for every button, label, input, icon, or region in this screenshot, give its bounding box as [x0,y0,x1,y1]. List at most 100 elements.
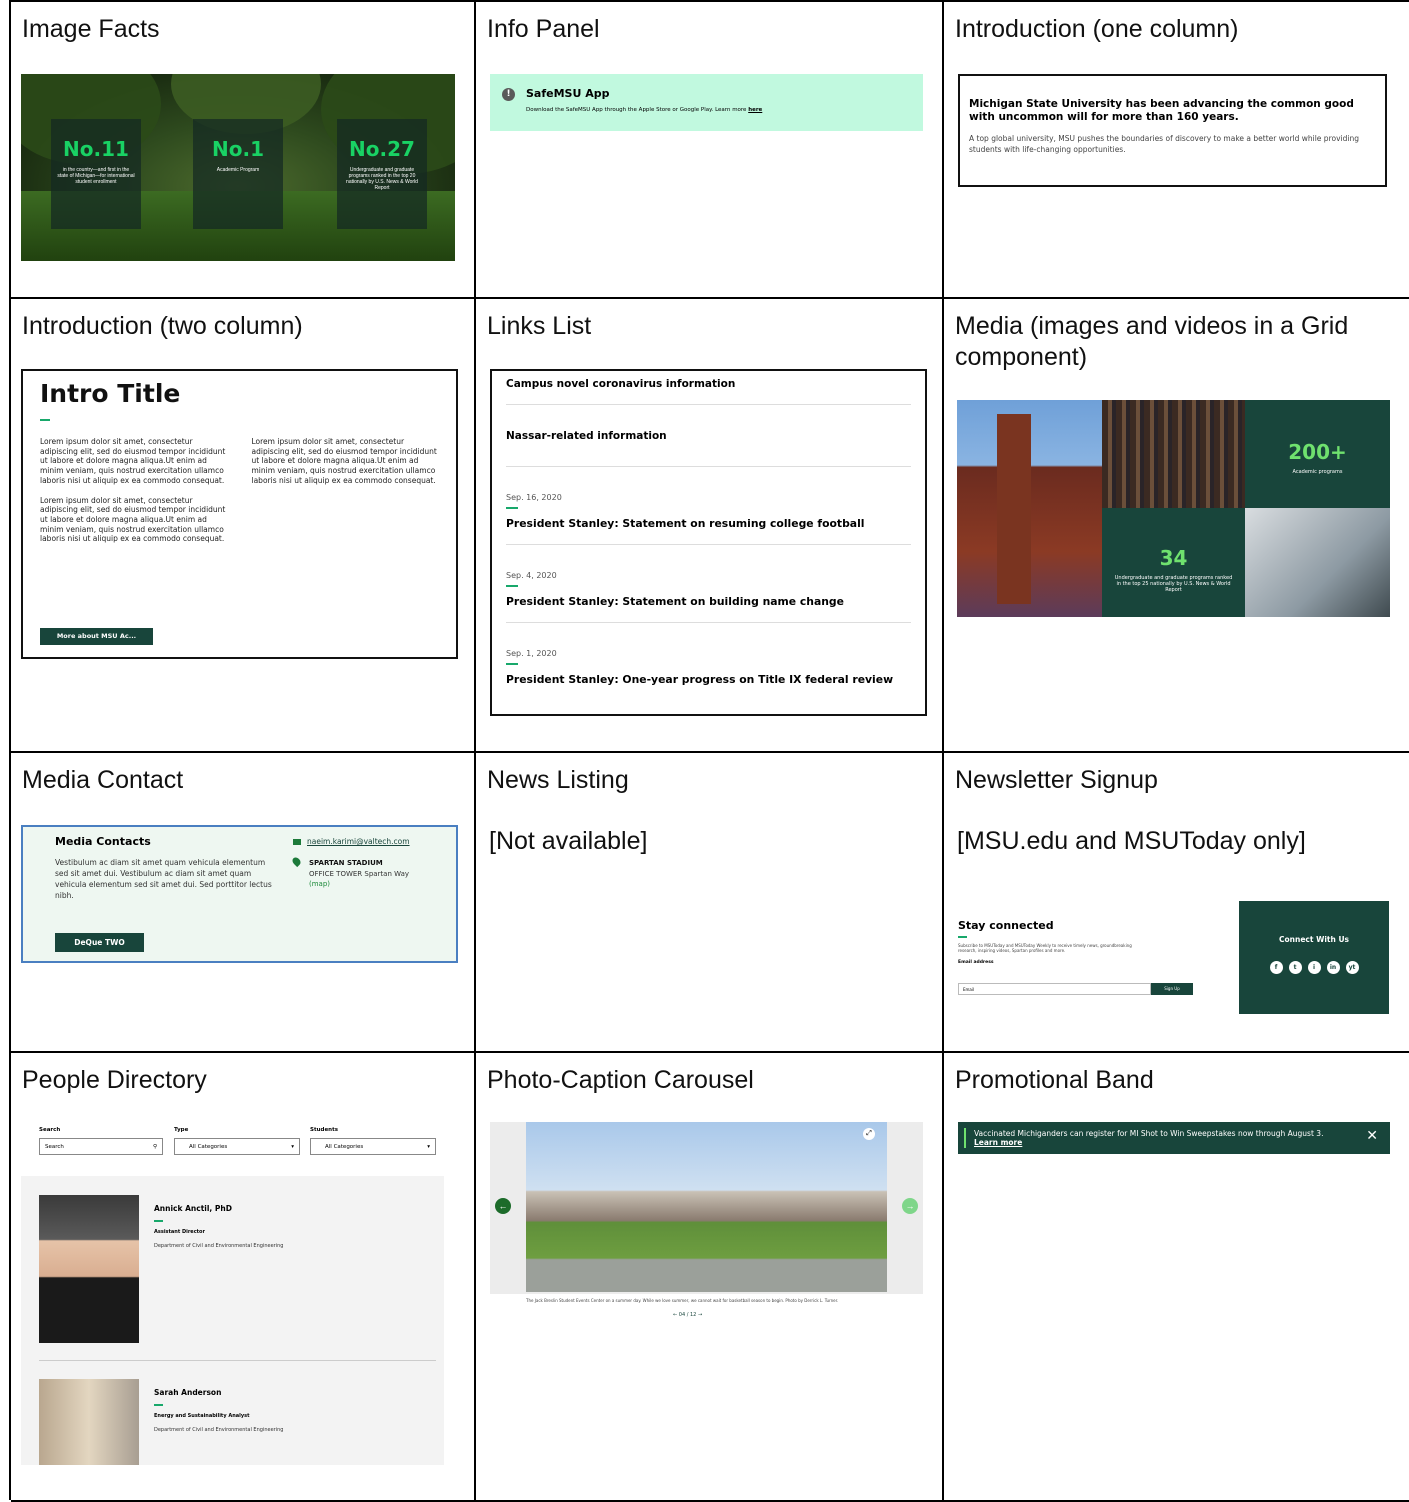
close-icon[interactable]: ✕ [1366,1128,1378,1144]
expand-icon[interactable]: ⤢ [863,1128,875,1140]
location-pin-icon [290,855,303,868]
student-photo [1245,508,1390,617]
news-link-item[interactable]: Sep. 1, 2020 President Stanley: One-year… [506,623,911,700]
email-input[interactable]: Email [958,983,1151,995]
search-label: Search [39,1127,61,1133]
next-arrow-icon[interactable]: → [902,1198,918,1214]
green-accent [506,507,518,509]
fact-panel: No.11 in the country—and first in the st… [51,119,141,229]
type-select[interactable]: All Categories ▾ [174,1138,300,1155]
availability-note: [MSU.edu and MSUToday only] [957,827,1306,855]
cell-title: People Directory [22,1066,207,1094]
photo-carousel: ⤢ ← → [490,1122,923,1294]
info-text: Download the SafeMSU App through the App… [526,107,763,113]
link-title[interactable]: President Stanley: Statement on resuming… [506,517,911,530]
promotional-band: Vaccinated Michiganders can register for… [958,1122,1390,1154]
divider [39,1360,436,1361]
twitter-icon[interactable]: t [1288,961,1302,974]
intro-paragraph: Lorem ipsum dolor sit amet, consectetur … [40,437,226,485]
alert-icon: ! [502,88,515,101]
green-accent [154,1404,163,1406]
cell-title: Promotional Band [955,1066,1154,1094]
person-dept: Department of Civil and Environmental En… [154,1427,284,1433]
contact-button[interactable]: DeQue TWO [55,933,144,952]
link-title[interactable]: President Stanley: Statement on building… [506,595,911,608]
search-input[interactable]: Search ⚲ [39,1138,163,1155]
connect-heading: Connect With Us [1279,935,1349,944]
fact-text: Academic Program [216,167,260,173]
link-title[interactable]: President Stanley: One-year progress on … [506,673,911,686]
cell-title: Links List [487,312,592,340]
info-panel: ! SafeMSU App Download the SafeMSU App t… [490,74,923,131]
fact-panel: No.27 Undergraduate and graduate program… [337,119,427,229]
library-photo [1102,400,1245,508]
cell-people: People Directory Search Search ⚲ Type All… [11,1053,476,1502]
cell-title: Media (images and videos in a Grid compo… [955,312,1349,371]
fact-number: No.11 [63,137,129,161]
cell-title: Photo-Caption Carousel [487,1066,754,1094]
green-accent [506,585,518,587]
link-item[interactable]: Nassar-related information [506,405,911,467]
cell-title: Info Panel [487,15,600,43]
chevron-down-icon: ▾ [427,1144,430,1150]
green-accent [40,419,50,421]
news-link-item[interactable]: Sep. 16, 2020 President Stanley: Stateme… [506,467,911,545]
cell-title: Media Contact [22,766,184,794]
fact-text: in the country—and first in the state of… [57,167,135,185]
green-accent [154,1220,163,1222]
prev-arrow-icon[interactable]: ← [495,1198,511,1214]
person-name[interactable]: Sarah Anderson [154,1388,221,1397]
map-link[interactable]: (map) [309,880,330,888]
media-grid: 200+ Academic programs 34 Undergraduate … [957,400,1390,617]
stat-label: Undergraduate and graduate programs rank… [1114,575,1233,593]
carousel-caption: The Jack Breslin Student Events Center o… [526,1298,839,1303]
linkedin-icon[interactable]: in [1326,961,1340,974]
youtube-icon[interactable]: yt [1345,961,1359,974]
more-about-button[interactable]: More about MSU Ac... [40,628,153,645]
students-select[interactable]: All Categories ▾ [310,1138,436,1155]
newsletter-text: Subscribe to MSUToday and MSUToday Weekl… [958,942,1132,953]
person-role: Energy and Sustainability Analyst [154,1413,250,1419]
instagram-icon[interactable]: i [1307,961,1321,974]
cell-image-facts: Image Facts No.11 in the country—and fir… [11,2,476,299]
cell-carousel: Photo-Caption Carousel ⤢ ← → The Jack Br… [476,1053,944,1502]
stat-label: Academic programs [1292,469,1343,475]
accent-bar [964,1128,966,1148]
mail-icon [293,839,301,845]
carousel-pager[interactable]: ← 04 / 12 → [673,1312,702,1318]
person-role: Assistant Director [154,1229,205,1235]
cell-newsletter: Newsletter Signup [MSU.edu and MSUToday … [944,753,1409,1053]
info-title: SafeMSU App [526,87,610,100]
link-item[interactable]: Campus novel coronavirus information [506,371,911,405]
newsletter-form: Stay connected Subscribe to MSUToday and… [958,919,1138,965]
stat-tile: 200+ Academic programs [1245,400,1390,508]
contact-heading: Media Contacts [55,835,151,848]
info-link[interactable]: here [748,107,762,113]
facebook-icon[interactable]: f [1269,961,1283,974]
link-date: Sep. 4, 2020 [506,571,557,580]
cell-title: Newsletter Signup [955,766,1158,794]
person-name[interactable]: Annick Anctil, PhD [154,1204,232,1213]
fact-text: Undergraduate and graduate programs rank… [346,167,418,191]
intro-heading: Michigan State University has been advan… [969,98,1354,123]
fact-number: No.1 [212,137,264,161]
news-link-item[interactable]: Sep. 4, 2020 President Stanley: Statemen… [506,545,911,623]
stat-tile: 34 Undergraduate and graduate programs r… [1102,508,1245,617]
cell-links-list: Links List Campus novel coronavirus info… [476,299,944,753]
cell-news-listing: News Listing [Not available] [476,753,944,1053]
email-link[interactable]: naeim.karimi@valtech.com [293,837,410,846]
sign-up-button[interactable]: Sign Up [1151,983,1193,995]
newsletter-heading: Stay connected [958,919,1054,932]
type-label: Type [174,1127,189,1133]
contact-body: Vestibulum ac diam sit amet quam vehicul… [55,858,272,900]
image-facts-banner: No.11 in the country—and first in the st… [21,74,455,261]
cell-intro-two: Introduction (two column) Intro Title Lo… [11,299,476,753]
cell-title: Introduction (one column) [955,15,1239,43]
fact-panel: No.1 Academic Program [193,119,283,229]
carousel-photo: ⤢ [526,1122,887,1292]
contact-address: SPARTAN STADIUM OFFICE TOWER Spartan Way… [309,859,410,888]
link-date: Sep. 1, 2020 [506,649,557,658]
learn-more-link[interactable]: Learn more [974,1138,1022,1147]
person-photo [39,1379,139,1465]
person-photo [39,1195,139,1343]
